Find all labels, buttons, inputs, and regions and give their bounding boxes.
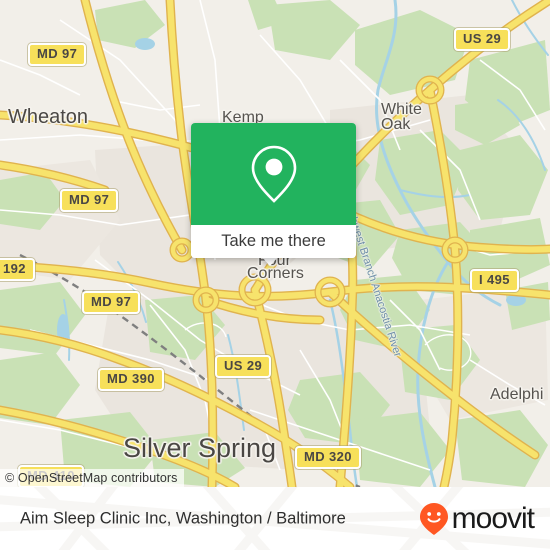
- route-shield-us29-north: US 29: [454, 28, 511, 52]
- route-shield-md320: MD 320: [295, 446, 361, 470]
- map-label-corners: Corners: [247, 265, 304, 282]
- location-popup-card[interactable]: Take me there: [191, 123, 356, 258]
- moovit-logo[interactable]: moovit: [419, 501, 535, 536]
- osm-attribution[interactable]: © OpenStreetMap contributors: [0, 469, 184, 487]
- moovit-smiley-pin-icon: [419, 502, 448, 535]
- route-shield-md97-south: MD 97: [82, 291, 141, 315]
- place-title: Aim Sleep Clinic Inc, Washington / Balti…: [20, 509, 346, 527]
- route-shield-md97-mid: MD 97: [60, 189, 119, 213]
- route-shield-md390: MD 390: [98, 368, 164, 392]
- map-canvas[interactable]: Northwest Branch Anacostia River Wheaton…: [0, 0, 550, 487]
- map-label-silver-spring: Silver Spring: [123, 433, 277, 463]
- route-shield-i495: I 495: [470, 269, 519, 293]
- route-shield-us29-south: US 29: [215, 355, 272, 379]
- map-label-wheaton: Wheaton: [8, 106, 89, 128]
- popup-image-area: [191, 123, 356, 225]
- route-shield-md97-north: MD 97: [28, 43, 87, 67]
- take-me-there-button[interactable]: Take me there: [191, 225, 356, 258]
- map-label-adelphi: Adelphi: [490, 386, 544, 403]
- moovit-wordmark: moovit: [451, 501, 535, 535]
- map-label-white-oak-2: Oak: [381, 116, 411, 133]
- route-shield-192: 192: [0, 258, 35, 282]
- map-screenshot: Northwest Branch Anacostia River Wheaton…: [0, 0, 550, 550]
- footer-bar: Aim Sleep Clinic Inc, Washington / Balti…: [0, 487, 550, 550]
- location-pin-icon: [251, 145, 296, 203]
